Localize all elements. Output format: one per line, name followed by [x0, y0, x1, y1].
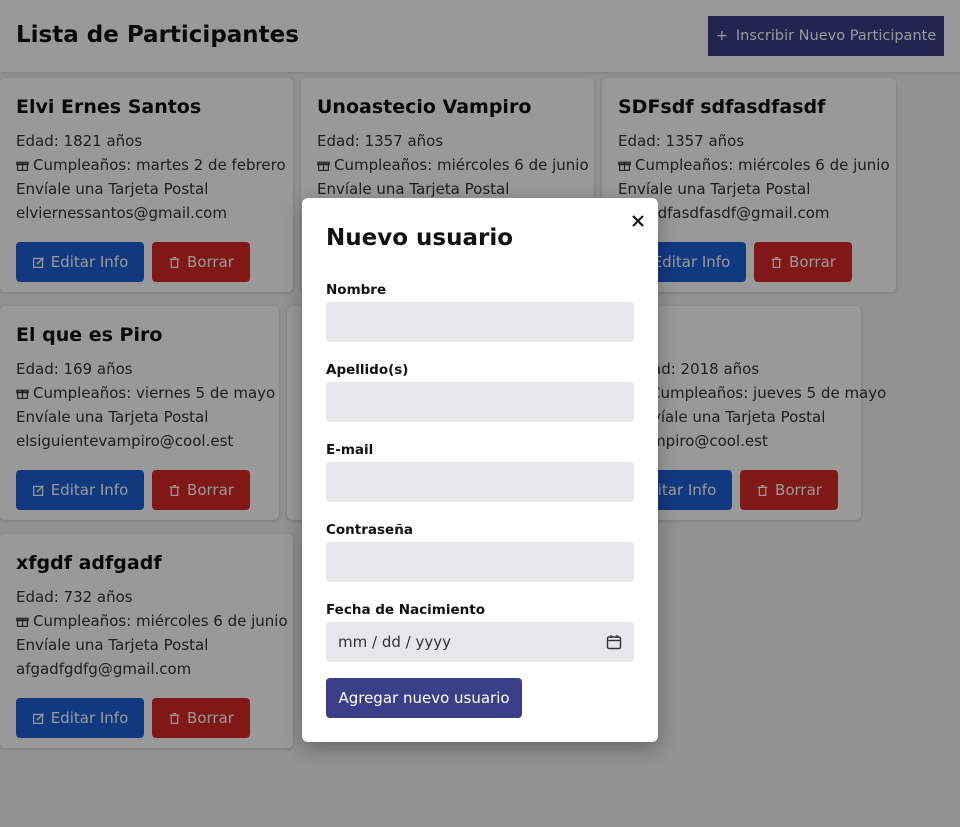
nombre-input[interactable]: [326, 302, 634, 342]
modal-title: Nuevo usuario: [326, 225, 514, 251]
close-button[interactable]: [628, 211, 648, 231]
email-input[interactable]: [326, 462, 634, 502]
birthdate-input[interactable]: mm / dd / yyyy: [326, 622, 634, 662]
apellidos-label: Apellido(s): [326, 362, 409, 378]
birthdate-label: Fecha de Nacimiento: [326, 602, 486, 618]
email-label: E-mail: [326, 442, 374, 458]
close-icon: [632, 215, 644, 227]
nombre-label: Nombre: [326, 282, 387, 298]
birthdate-placeholder: mm / dd / yyyy: [338, 633, 451, 651]
password-input[interactable]: [326, 542, 634, 582]
new-user-modal: Nuevo usuario Nombre Apellido(s) E-mail …: [302, 198, 658, 742]
add-user-button[interactable]: Agregar nuevo usuario: [326, 678, 522, 718]
apellidos-input[interactable]: [326, 382, 634, 422]
password-label: Contraseña: [326, 522, 413, 538]
calendar-icon[interactable]: [606, 634, 622, 650]
